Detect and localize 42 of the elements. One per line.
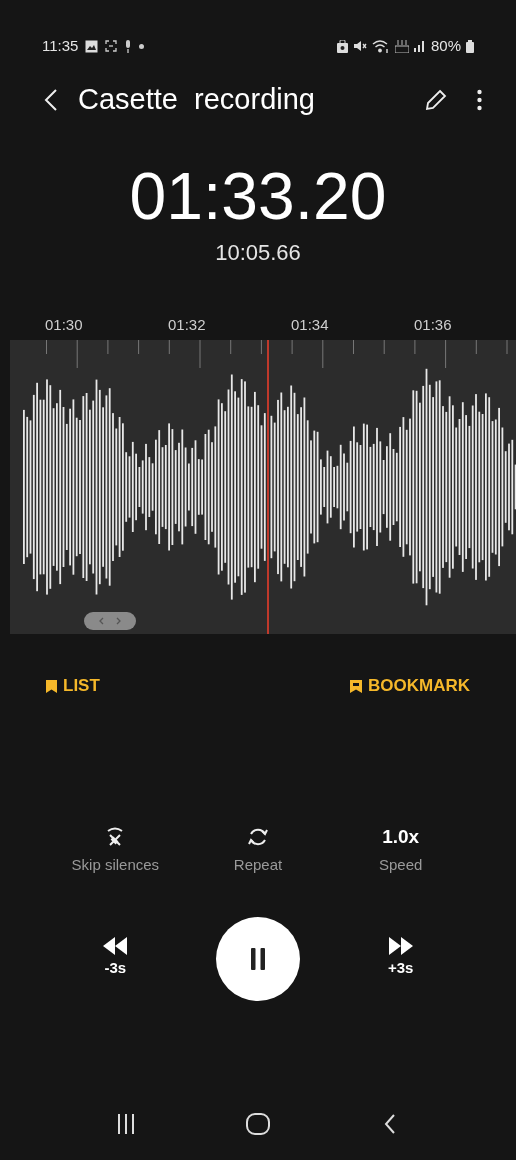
battery-icon: [466, 39, 474, 53]
total-duration: 10:05.66: [214, 240, 302, 266]
bookmark-icon: [46, 679, 57, 693]
wifi-icon: [371, 39, 390, 53]
speed-label: Speed: [378, 855, 423, 875]
timeline-label: 01:30: [45, 315, 83, 335]
pause-icon: [251, 947, 265, 970]
list-button[interactable]: LIST: [46, 673, 100, 699]
microphone-icon: [124, 39, 133, 53]
signal-icon: [413, 40, 426, 52]
arrows-icon: [99, 617, 121, 625]
home-icon: [246, 1113, 270, 1135]
notification-dot-icon: [139, 43, 145, 49]
timeline-label: 01:32: [168, 315, 206, 335]
back-icon: [44, 88, 58, 112]
skip-button[interactable]: Skip silences: [44, 826, 187, 877]
speed-button[interactable]: 1.0x Speed: [329, 826, 472, 877]
back-icon: [384, 1114, 396, 1134]
forward-button[interactable]: +3s: [329, 937, 472, 980]
recent-apps-icon: [117, 1114, 135, 1134]
pencil-icon: [425, 89, 447, 111]
scroll-handle[interactable]: [84, 612, 136, 630]
timeline-label: 01:34: [291, 315, 329, 335]
rewind-icon: [103, 937, 128, 956]
volte-icon: [394, 39, 409, 53]
fast-forward-icon: [388, 937, 413, 956]
repeat-button[interactable]: Repeat: [186, 826, 330, 877]
gallery-icon: [85, 39, 99, 53]
mute-icon: [352, 40, 367, 52]
screenshot-icon: [105, 40, 118, 52]
recording-title: Casette recording: [78, 82, 316, 118]
repeat-icon: [247, 826, 269, 848]
more-icon: [476, 89, 482, 111]
speed-value: 1.0x: [382, 826, 420, 848]
rewind-button[interactable]: -3s: [44, 937, 187, 980]
playback-position: 01:33.20: [128, 160, 388, 232]
battery-percent: 80%: [430, 35, 461, 56]
bookmark-button[interactable]: BOOKMARK: [350, 673, 470, 699]
lock-icon: [336, 39, 348, 53]
status-time: 11:35: [42, 35, 79, 56]
timeline-label: 01:36: [414, 315, 452, 335]
bookmark-add-icon: [350, 679, 362, 693]
